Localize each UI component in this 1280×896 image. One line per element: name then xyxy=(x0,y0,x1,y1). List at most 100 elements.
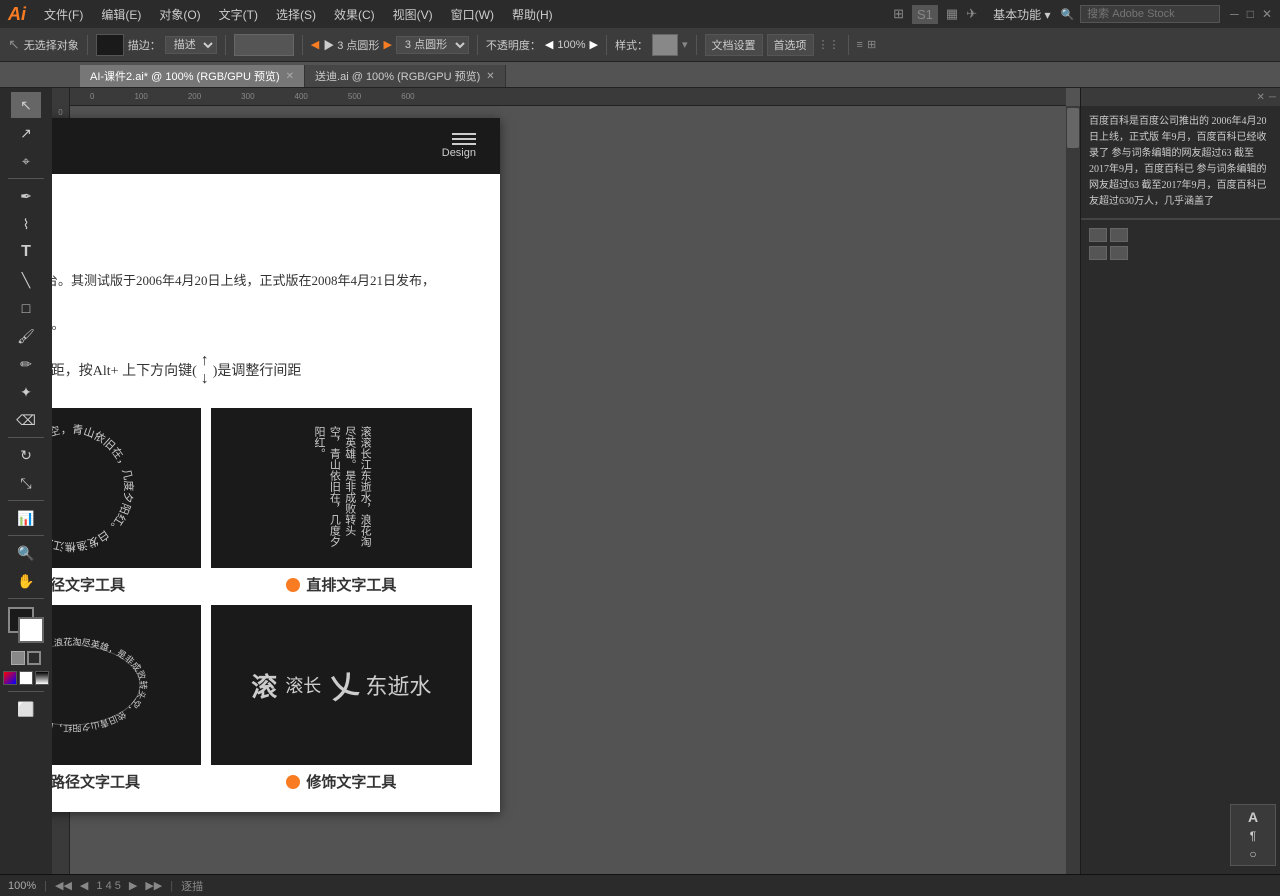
next-icon[interactable]: ▶ xyxy=(129,879,137,892)
lasso-tool[interactable]: ⌖ xyxy=(11,148,41,174)
color-mode-buttons xyxy=(3,671,49,685)
menu-edit[interactable]: 编辑(E) xyxy=(93,4,149,25)
scroll-thumb[interactable] xyxy=(1067,108,1079,148)
tip-suffix: )是调整行间距 xyxy=(213,360,302,380)
graph-tool[interactable]: 📊 xyxy=(11,505,41,531)
rotate-tool[interactable]: ↻ xyxy=(11,442,41,468)
color-mode-icon[interactable] xyxy=(3,671,17,685)
pencil-tool[interactable]: ✏ xyxy=(11,351,41,377)
color-swatches[interactable] xyxy=(8,607,44,643)
panel-close-icon[interactable]: ✕ xyxy=(1257,92,1265,103)
menu-file[interactable]: 文件(F) xyxy=(36,4,91,25)
char-circle: ○ xyxy=(1235,847,1271,861)
curvature-tool[interactable]: ⌇ xyxy=(11,211,41,237)
menu-object[interactable]: 对象(O) xyxy=(151,4,208,25)
right-panel-header: ✕ ─ xyxy=(1081,88,1280,106)
type-tool[interactable]: T xyxy=(11,239,41,265)
mini-btn-4[interactable] xyxy=(1110,246,1128,260)
menu-text[interactable]: 文字(T) xyxy=(211,4,266,25)
workspace-menu[interactable]: 基本功能 ▾ xyxy=(985,4,1058,25)
menu-effect[interactable]: 效果(C) xyxy=(326,4,383,25)
tools-grid-top: 百度百科是百度公司推出的一部内容开放、自由的网络百科全书平台。其测试版于2006… xyxy=(52,408,472,595)
tab-close-0[interactable]: ✕ xyxy=(286,71,294,82)
line-tool[interactable]: ╲ xyxy=(11,267,41,293)
page-info: 1 4 5 xyxy=(96,880,120,892)
more-options-icon[interactable]: ⋮⋮ xyxy=(818,38,840,51)
vertical-path-demo: 滚滚长江东逝水，浪花淘尽英雄，是非成败转头空，依旧青山夕阳红，白发渔樵江渚 直排… xyxy=(52,605,201,792)
tab-ai-course[interactable]: AI-课件2.ai* @ 100% (RGB/GPU 预览) ✕ xyxy=(80,65,305,87)
fill-toggle[interactable] xyxy=(11,651,25,665)
document-canvas: Ð 逆迪文化 Design 第11课 文字工具(T) 快捷键 T xyxy=(52,118,500,812)
doc-settings-button[interactable]: 文档设置 xyxy=(705,34,763,56)
close-button[interactable]: ✕ xyxy=(1262,7,1272,21)
tab-songdi[interactable]: 送迪.ai @ 100% (RGB/GPU 预览) ✕ xyxy=(305,65,506,87)
search-input[interactable] xyxy=(1080,5,1220,23)
ellipse-text: 滚滚长江东逝水，浪花淘尽英雄，是非成败转头空，依旧青山夕阳红，白发渔樵江渚 xyxy=(52,636,149,734)
arrow-left-icon: ◀ xyxy=(311,38,319,51)
description-text: 百度百科是百度公司推出的一部内容开放、自由的网络百科全书平台。其测试版于2006… xyxy=(52,270,472,336)
style-dropdown-icon[interactable]: ▾ xyxy=(682,38,688,51)
right-panel: ✕ ─ 百度百科是百度公司推出的 2006年4月20日上线，正式版 年9月，百度… xyxy=(1080,88,1280,896)
prev-page-icon[interactable]: ◀◀ xyxy=(55,879,72,892)
bottom-bar: 100% | ◀◀ ◀ 1 4 5 ▶ ▶▶ | 逐描 xyxy=(0,874,1280,896)
stroke-color-swatch[interactable] xyxy=(96,34,124,56)
pen-tool[interactable]: ✒ xyxy=(11,183,41,209)
arrow-r2-icon: ▶ xyxy=(590,38,598,51)
minimize-button[interactable]: ─ xyxy=(1230,7,1239,21)
status-text: 逐描 xyxy=(181,878,203,894)
panel-toggle-icon[interactable]: ≡ xyxy=(857,39,863,51)
menu-window[interactable]: 窗口(W) xyxy=(443,4,502,25)
menu-view[interactable]: 视图(V) xyxy=(385,4,441,25)
align-icon[interactable]: ⊞ xyxy=(867,38,876,51)
stroke-dropdown[interactable]: 描述 xyxy=(165,36,217,54)
hand-tool[interactable]: ✋ xyxy=(11,568,41,594)
char-A: A xyxy=(1235,809,1271,825)
vertical-text-content: 滚滚长江东逝水，浪花淘尽英雄。是非成败转头空，青山依旧在，几度夕阳红。 xyxy=(303,418,381,558)
eraser-tool[interactable]: ⌫ xyxy=(11,407,41,433)
decorate-text-content: 滚 滚长 乂 东逝水 xyxy=(241,655,441,715)
tip-text: 当输入一段文字之后，按Alt+ 左右方向键（← →）是调整字间距，按Alt+ 上… xyxy=(52,360,197,380)
direct-select-tool[interactable]: ↗ xyxy=(11,120,41,146)
point-label: ▶ 3 点圆形 xyxy=(323,37,379,53)
point-dropdown[interactable]: 3 点圆形 xyxy=(396,36,469,54)
panel-options-icon[interactable]: ─ xyxy=(1269,92,1276,103)
gradient-icon[interactable] xyxy=(35,671,49,685)
shaper-tool[interactable]: ✦ xyxy=(11,379,41,405)
mini-btn-3[interactable] xyxy=(1089,246,1107,260)
maximize-button[interactable]: □ xyxy=(1247,7,1254,21)
menu-help[interactable]: 帮助(H) xyxy=(504,4,561,25)
preferences-button[interactable]: 首选项 xyxy=(767,34,814,56)
arrange-icon: ⊞ xyxy=(893,6,904,22)
design-label: Design xyxy=(442,147,476,159)
hamburger-menu[interactable] xyxy=(442,133,476,145)
workspace-label[interactable]: S1 xyxy=(912,5,938,24)
char-para: ¶ xyxy=(1235,829,1271,843)
next-page-icon[interactable]: ▶▶ xyxy=(145,879,162,892)
menu-select[interactable]: 选择(S) xyxy=(268,4,324,25)
vertical-text-visual: 滚滚长江东逝水，浪花淘尽英雄。是非成败转头空，青山依旧在，几度夕阳红。 xyxy=(211,408,472,568)
stroke-toggle[interactable] xyxy=(27,651,41,665)
tab-bar: AI-课件2.ai* @ 100% (RGB/GPU 预览) ✕ 送迪.ai @… xyxy=(0,62,1280,88)
mini-btn-2[interactable] xyxy=(1110,228,1128,242)
scale-tool[interactable]: ⤡ xyxy=(11,470,41,496)
shape-tool[interactable]: □ xyxy=(11,295,41,321)
path-text-visual: 是非成败转头空，青山依旧在，几度夕阳红。白发渔樵江渚上，惯看秋月春风。是非成败转… xyxy=(52,408,201,568)
mini-btn-1[interactable] xyxy=(1089,228,1107,242)
tab-close-1[interactable]: ✕ xyxy=(486,71,494,82)
select-tool[interactable]: ↖ xyxy=(11,92,41,118)
style-swatch[interactable] xyxy=(652,34,678,56)
main-area: ↖ ↗ ⌖ ✒ ⌇ T ╲ □ 🖌 ✏ ✦ ⌫ ↻ ⤡ 📊 🔍 ✋ xyxy=(0,88,1280,896)
decorate-text-demo: 滚 滚长 乂 东逝水 修饰文字工具 xyxy=(211,605,472,792)
vertical-scrollbar[interactable] xyxy=(1066,106,1080,882)
shortcut-line: 快捷键 T xyxy=(52,234,472,258)
prev-icon[interactable]: ◀ xyxy=(80,879,88,892)
none-icon[interactable] xyxy=(19,671,33,685)
mini-row-2 xyxy=(1089,246,1272,260)
color-bar xyxy=(234,34,294,56)
artboard-tool[interactable]: ⬜ xyxy=(11,696,41,722)
tools-panel: ↖ ↗ ⌖ ✒ ⌇ T ╲ □ 🖌 ✏ ✦ ⌫ ↻ ⤡ 📊 🔍 ✋ xyxy=(0,88,52,896)
decorate-text-label: 修饰文字工具 xyxy=(286,771,396,792)
paintbrush-tool[interactable]: 🖌 xyxy=(11,323,41,349)
zoom-tool[interactable]: 🔍 xyxy=(11,540,41,566)
zoom-value: 100% xyxy=(8,880,36,892)
